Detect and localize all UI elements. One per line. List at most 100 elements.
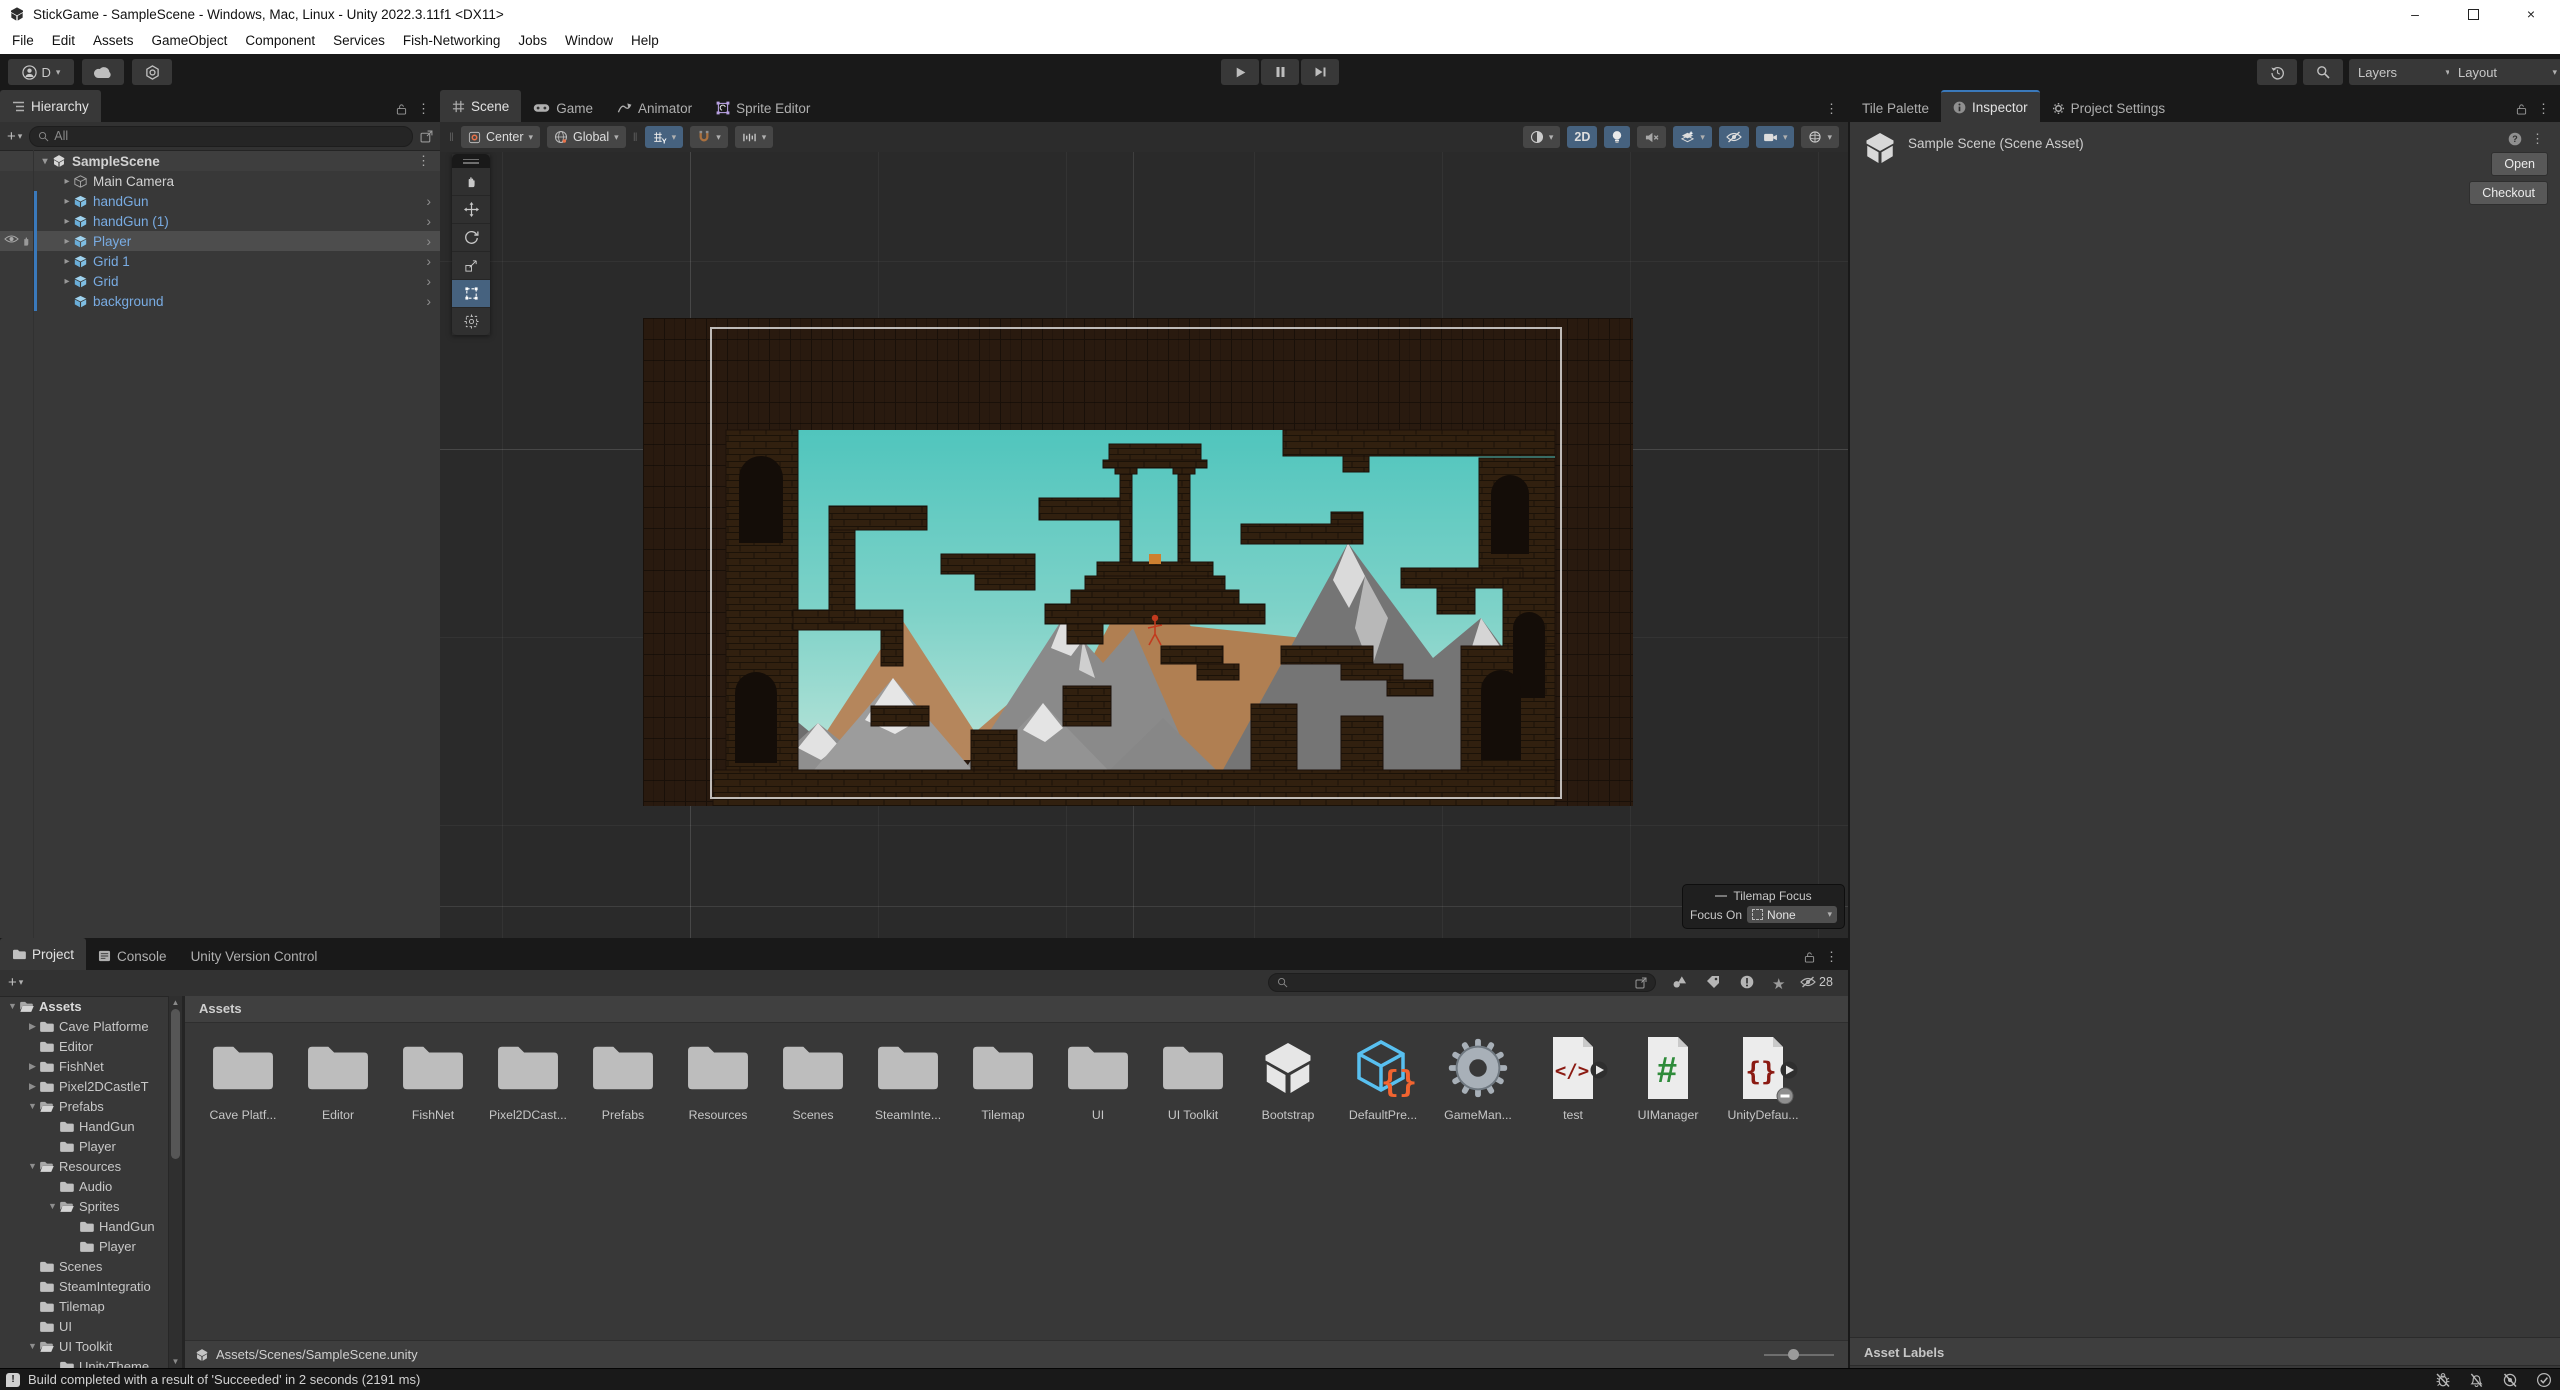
asset-bootstrap[interactable]: Bootstrap	[1243, 1028, 1333, 1142]
project-tree-row-ui-toolkit[interactable]: ▼ UI Toolkit	[0, 1336, 168, 1356]
scene-lighting-toggle[interactable]	[1604, 126, 1630, 148]
prefab-open-chevron[interactable]: ›	[426, 193, 431, 209]
tab-scene[interactable]: Scene	[440, 90, 521, 122]
kebab-menu-icon[interactable]: ⋮	[417, 102, 430, 115]
hierarchy-row-grid[interactable]: ▸Grid›	[0, 271, 440, 291]
asset-gameman[interactable]: GameMan...	[1433, 1028, 1523, 1142]
asset-steaminte[interactable]: SteamInte...	[863, 1028, 953, 1142]
hidden-count-toggle[interactable]: 28	[1800, 975, 1833, 989]
expander-icon[interactable]: ▸	[60, 176, 74, 187]
view-hand-tool[interactable]	[452, 168, 490, 196]
project-tree-row-prefabs[interactable]: ▼ Prefabs	[0, 1096, 168, 1116]
alert-filter-icon[interactable]	[1740, 975, 1754, 989]
menu-component[interactable]: Component	[236, 28, 324, 54]
expander-icon[interactable]: ▼	[6, 1001, 19, 1011]
step-button[interactable]	[1301, 59, 1339, 85]
prefab-open-chevron[interactable]: ›	[426, 273, 431, 289]
services-button[interactable]	[132, 59, 172, 85]
tab-unity-version-control[interactable]: Unity Version Control	[179, 942, 330, 970]
transform-tool[interactable]	[452, 308, 490, 335]
hierarchy-search-input[interactable]	[54, 129, 404, 143]
expander-icon[interactable]: ▶	[26, 1021, 39, 1032]
console-message-icon[interactable]: !	[6, 1373, 20, 1387]
project-tree-row-pixel2dcastlet[interactable]: ▶ Pixel2DCastleT	[0, 1076, 168, 1096]
rotate-tool[interactable]	[452, 224, 490, 252]
menu-help[interactable]: Help	[622, 28, 668, 54]
asset-editor[interactable]: Editor	[293, 1028, 383, 1142]
hierarchy-row-handgun[interactable]: ▸handGun›	[0, 191, 440, 211]
overlay-drag-handle[interactable]	[452, 154, 490, 168]
create-add-button[interactable]: +▾	[7, 128, 22, 145]
play-button[interactable]	[1221, 59, 1259, 85]
project-tree-row-player[interactable]: Player	[0, 1136, 168, 1156]
focus-on-dropdown[interactable]: None ▾	[1747, 906, 1837, 923]
scale-tool[interactable]	[452, 252, 490, 280]
hierarchy-row-samplescene[interactable]: ▾ SampleScene ⋮	[0, 151, 440, 171]
effects-dropdown[interactable]: ▾	[1673, 126, 1712, 148]
prefab-open-chevron[interactable]: ›	[426, 253, 431, 269]
project-tree-row-editor[interactable]: Editor	[0, 1036, 168, 1056]
open-in-window-icon[interactable]	[420, 130, 433, 143]
menu-services[interactable]: Services	[324, 28, 394, 54]
asset-ui[interactable]: UI	[1053, 1028, 1143, 1142]
layers-dropdown[interactable]: Layers▾	[2349, 59, 2459, 85]
menu-edit[interactable]: Edit	[43, 28, 84, 54]
hierarchy-row-handgun-1[interactable]: ▸handGun (1)›	[0, 211, 440, 231]
debugger-disabled-icon[interactable]	[2435, 1372, 2451, 1388]
project-tree-row-unitytheme[interactable]: UnityTheme	[0, 1356, 168, 1368]
camera-view-dropdown[interactable]: ▾	[1756, 126, 1795, 148]
prefab-open-chevron[interactable]: ›	[426, 233, 431, 249]
close-button[interactable]: ×	[2502, 0, 2560, 28]
prefab-open-chevron[interactable]: ›	[426, 293, 431, 309]
orientation-dropdown[interactable]: Global▾	[547, 126, 626, 148]
maximize-button[interactable]	[2444, 0, 2502, 28]
expander-icon[interactable]: ▸	[60, 216, 74, 227]
project-search-input[interactable]	[1293, 975, 1630, 991]
project-tree-row-resources[interactable]: ▼ Resources	[0, 1156, 168, 1176]
expander-icon[interactable]: ▸	[60, 256, 74, 267]
menu-file[interactable]: File	[3, 28, 43, 54]
expander-icon[interactable]: ▼	[26, 1341, 39, 1351]
tab-game[interactable]: Game	[521, 94, 605, 122]
asset-test[interactable]: </> test	[1528, 1028, 1618, 1142]
lock-icon[interactable]	[396, 103, 407, 115]
expander-icon[interactable]: ▼	[26, 1101, 39, 1111]
create-add-button[interactable]: +▾	[8, 974, 23, 991]
2d-mode-toggle[interactable]: 2D	[1567, 126, 1597, 148]
project-tree-row-handgun[interactable]: HandGun	[0, 1216, 168, 1236]
project-tree-row-assets[interactable]: ▼ Assets	[0, 996, 168, 1016]
scene-visibility-toggle[interactable]	[1719, 126, 1749, 148]
hierarchy-row-grid-1[interactable]: ▸Grid 1›	[0, 251, 440, 271]
project-tree-row-sprites[interactable]: ▼ Sprites	[0, 1196, 168, 1216]
expander-icon[interactable]: ▼	[46, 1201, 59, 1211]
tab-animator[interactable]: Animator	[605, 94, 704, 122]
search-by-type-icon[interactable]	[1672, 975, 1687, 989]
search-everything-button[interactable]	[2303, 59, 2343, 85]
move-tool[interactable]	[452, 196, 490, 224]
undo-history-button[interactable]	[2257, 59, 2297, 85]
grid-snapping-toggle[interactable]: Y ▾	[645, 126, 684, 148]
asset-scenes[interactable]: Scenes	[768, 1028, 858, 1142]
favorites-star-icon[interactable]: ★	[1772, 975, 1785, 993]
tab-hierarchy[interactable]: Hierarchy	[0, 90, 101, 122]
shading-mode-dropdown[interactable]: ▾	[1523, 126, 1561, 148]
status-message[interactable]: Build completed with a result of 'Succee…	[28, 1372, 420, 1387]
project-tree-row-ui[interactable]: UI	[0, 1316, 168, 1336]
project-search[interactable]	[1268, 973, 1656, 992]
layout-dropdown[interactable]: Layout▾	[2449, 59, 2560, 85]
pivot-dropdown[interactable]: Center▾	[461, 126, 540, 148]
asset-pixel2dcast[interactable]: Pixel2DCast...	[483, 1028, 573, 1142]
visibility-eye-icon[interactable]	[4, 234, 19, 244]
project-tree-row-player[interactable]: Player	[0, 1236, 168, 1256]
kebab-menu-icon[interactable]: ⋮	[1825, 950, 1838, 963]
expander-icon[interactable]: ▾	[38, 156, 52, 167]
pause-button[interactable]	[1261, 59, 1299, 85]
scroll-down-icon[interactable]: ▼	[169, 1357, 182, 1366]
expander-icon[interactable]: ▼	[26, 1161, 39, 1171]
scroll-up-icon[interactable]: ▲	[169, 998, 182, 1007]
icon-size-slider[interactable]	[1764, 1341, 1834, 1368]
asset-unitydefau[interactable]: {} UnityDefau...	[1718, 1028, 1808, 1142]
tab-tile-palette[interactable]: Tile Palette	[1850, 94, 1941, 122]
project-tree-row-fishnet[interactable]: ▶ FishNet	[0, 1056, 168, 1076]
kebab-menu-icon[interactable]: ⋮	[2537, 102, 2550, 115]
